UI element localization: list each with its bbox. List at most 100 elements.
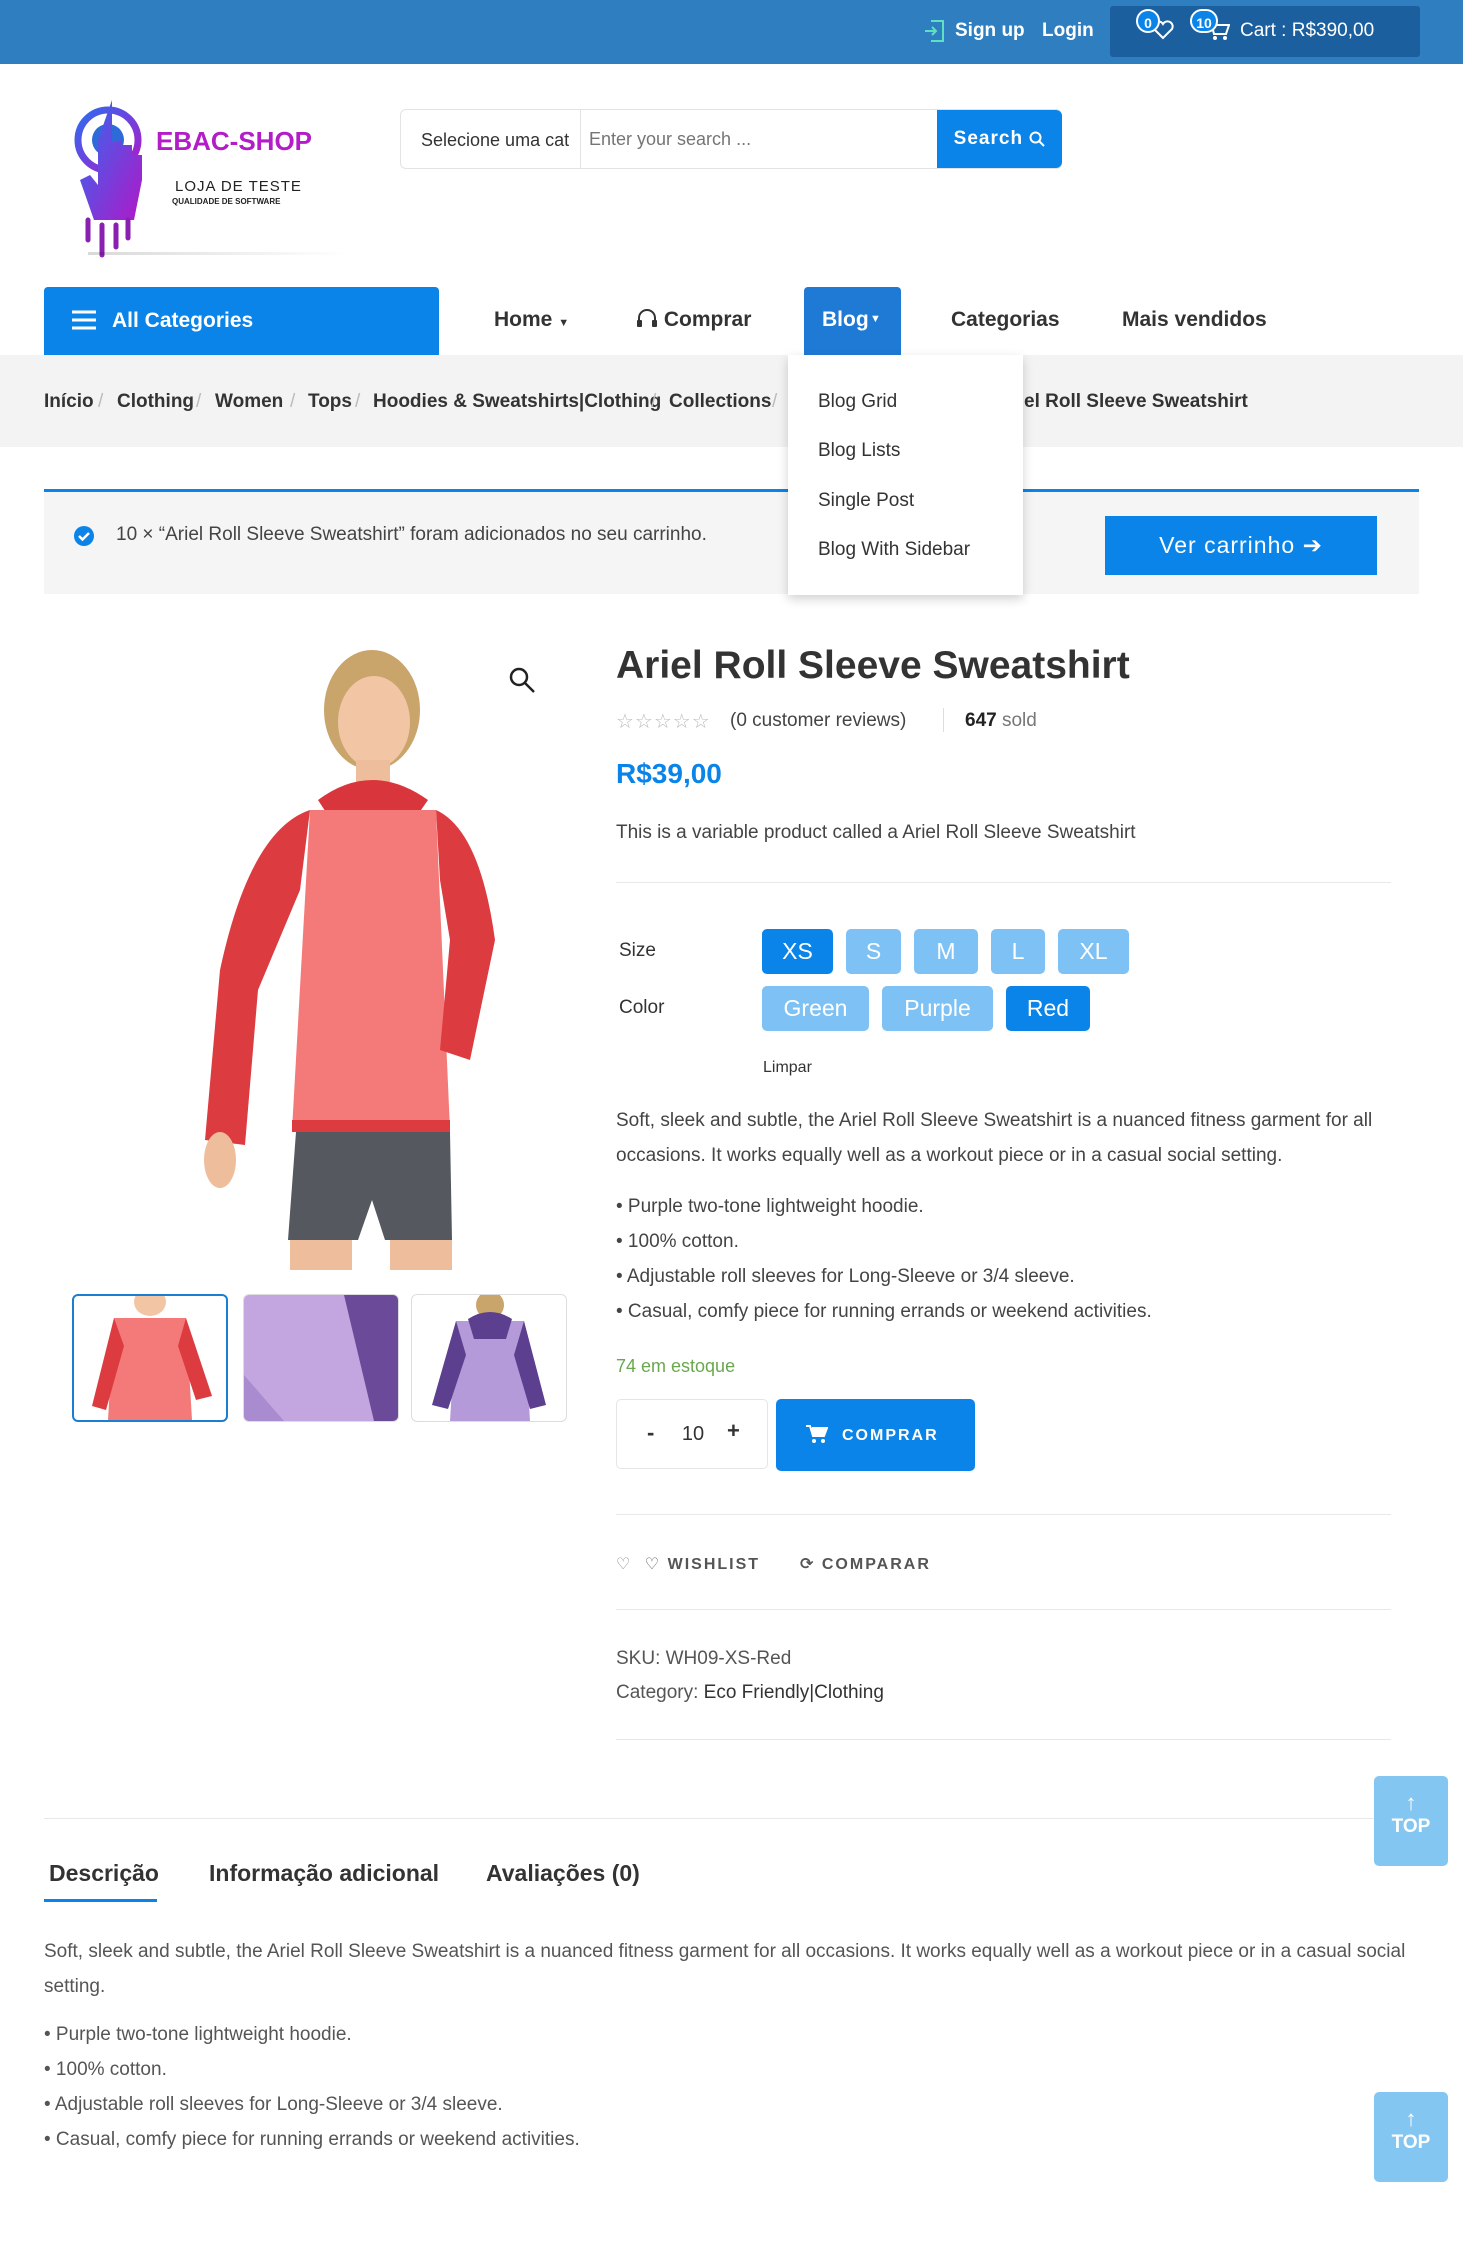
category-link[interactable]: Eco Friendly|Clothing	[704, 1682, 884, 1703]
cart-total[interactable]: Cart : R$390,00	[1240, 20, 1374, 42]
search-button[interactable]: Search	[937, 110, 1062, 168]
view-cart-button[interactable]: Ver carrinho ➔	[1105, 516, 1377, 575]
product-main-image[interactable]	[150, 640, 570, 1270]
rating-stars-icon: ☆☆☆☆☆	[616, 711, 711, 733]
tab-feature-item: • 100% cotton.	[44, 2059, 167, 2080]
breadcrumb-inicio[interactable]: Início	[44, 391, 94, 413]
nav-blog[interactable]: Blog ▼	[804, 287, 901, 355]
tab-descricao[interactable]: Descrição	[49, 1860, 159, 1887]
thumbnail-purple-back-image	[432, 1295, 546, 1421]
menu-item-single-post[interactable]: Single Post	[818, 490, 914, 512]
heart-icon: ♡	[644, 1556, 662, 1573]
divider	[943, 708, 944, 732]
logo-subtitle: LOJA DE TESTE	[175, 178, 302, 195]
breadcrumb-tops[interactable]: Tops	[308, 391, 352, 413]
menu-icon	[72, 310, 96, 330]
product-category: Category: Eco Friendly|Clothing	[616, 1682, 884, 1704]
top-button-label: TOP	[1391, 2132, 1431, 2153]
nav-blog-label: Blog	[822, 308, 869, 331]
search-input[interactable]	[589, 118, 929, 160]
top-button-label: TOP	[1391, 1816, 1431, 1837]
all-categories-label: All Categories	[112, 309, 254, 332]
qty-minus-button[interactable]: -	[647, 1420, 654, 1446]
nav-comprar-label: Comprar	[663, 308, 752, 331]
divider	[616, 1739, 1391, 1740]
breadcrumb-women[interactable]: Women	[215, 391, 283, 413]
breadcrumb-separator: /	[651, 391, 657, 412]
category-select[interactable]: Selecione uma cat	[401, 110, 581, 168]
heart-icon: ♡	[616, 1556, 633, 1573]
menu-item-blog-lists[interactable]: Blog Lists	[818, 440, 900, 462]
sold-info: 647 sold	[965, 710, 1037, 732]
breadcrumb-collections[interactable]: Collections	[669, 391, 771, 413]
login-link[interactable]: Login	[1042, 20, 1094, 42]
thumbnail-red[interactable]	[72, 1294, 228, 1422]
add-to-cart-label: COMPRAR	[842, 1427, 939, 1444]
thumbnail-purple-sleeve[interactable]	[243, 1294, 399, 1422]
wishlist-button[interactable]: ♡ ♡ WISHLIST	[616, 1554, 760, 1574]
divider	[616, 1609, 1391, 1610]
logo-hand-icon	[74, 100, 142, 258]
zoom-icon[interactable]	[508, 666, 536, 699]
refresh-icon: ⟳	[800, 1556, 816, 1573]
qty-plus-button[interactable]: +	[727, 1418, 740, 1444]
breadcrumb-clothing[interactable]: Clothing	[117, 391, 194, 413]
feature-item: • 100% cotton.	[616, 1231, 739, 1252]
scroll-to-top-button[interactable]: ↑ TOP	[1374, 2092, 1448, 2182]
headset-icon	[637, 309, 657, 327]
size-label: Size	[619, 940, 656, 961]
size-option-m[interactable]: M	[914, 929, 978, 974]
breadcrumb-hoodies[interactable]: Hoodies & Sweatshirts|Clothing	[373, 391, 661, 413]
site-logo[interactable]: EBAC-SHOP LOJA DE TESTE QUALIDADE DE SOF…	[58, 100, 358, 260]
thumbnail-purple-sleeve-image	[244, 1295, 398, 1421]
color-option-red[interactable]: Red	[1006, 986, 1090, 1031]
arrow-up-icon: ↑	[1405, 1790, 1417, 1815]
scroll-to-top-button[interactable]: ↑ TOP	[1374, 1776, 1448, 1866]
nav-home[interactable]: Home ▼	[494, 308, 569, 332]
all-categories-button[interactable]: All Categories	[44, 287, 439, 355]
product-photo	[204, 650, 495, 1270]
breadcrumb-separator: /	[196, 391, 202, 412]
category-select-value: Selecione uma cat	[421, 130, 570, 150]
tab-avaliacoes[interactable]: Avaliações (0)	[486, 1860, 640, 1887]
chevron-down-icon: ▼	[558, 317, 570, 329]
color-option-purple[interactable]: Purple	[882, 986, 993, 1031]
cart-box[interactable]: 0 10 Cart : R$390,00	[1110, 6, 1420, 57]
quantity-stepper: - +	[616, 1399, 768, 1469]
color-option-green[interactable]: Green	[762, 986, 869, 1031]
tab-informacao-adicional[interactable]: Informação adicional	[209, 1860, 439, 1887]
breadcrumb-separator: /	[98, 391, 104, 412]
size-option-s[interactable]: S	[846, 929, 901, 974]
compare-button[interactable]: ⟳ COMPARAR	[800, 1554, 931, 1574]
search-button-label: Search	[953, 128, 1024, 149]
logo-tagline: QUALIDADE DE SOFTWARE	[172, 197, 281, 206]
thumbnail-purple-back[interactable]	[411, 1294, 567, 1422]
breadcrumb-separator: /	[355, 391, 361, 412]
size-option-xl[interactable]: XL	[1058, 929, 1129, 974]
product-description: Soft, sleek and subtle, the Ariel Roll S…	[616, 1110, 1373, 1166]
divider	[616, 1514, 1391, 1515]
breadcrumb-current: el Roll Sleeve Sweatshirt	[1024, 391, 1248, 412]
active-tab-indicator	[44, 1899, 157, 1902]
nav-comprar[interactable]: Comprar	[636, 308, 751, 332]
add-to-cart-button[interactable]: COMPRAR	[776, 1399, 975, 1471]
cart-icon	[806, 1425, 828, 1443]
chevron-down-icon: ▼	[870, 313, 881, 325]
clear-selection-link[interactable]: Limpar	[763, 1059, 812, 1077]
divider	[44, 1818, 1419, 1819]
menu-item-blog-grid[interactable]: Blog Grid	[818, 391, 897, 413]
feature-item: • Casual, comfy piece for running errand…	[616, 1301, 1152, 1322]
reviews-link[interactable]: (0 customer reviews)	[730, 710, 906, 732]
qty-input[interactable]	[673, 1418, 713, 1450]
size-option-l[interactable]: L	[991, 929, 1045, 974]
arrow-up-icon: ↑	[1405, 2106, 1417, 2131]
sold-label: sold	[1001, 710, 1037, 731]
wishlist-count-badge: 0	[1136, 9, 1160, 33]
nav-categorias[interactable]: Categorias	[951, 308, 1060, 332]
blog-dropdown-menu: Blog Grid Blog Lists Single Post Blog Wi…	[788, 355, 1023, 595]
size-option-xs[interactable]: XS	[762, 929, 833, 974]
nav-mais-vendidos[interactable]: Mais vendidos	[1122, 308, 1267, 332]
menu-item-blog-with-sidebar[interactable]: Blog With Sidebar	[818, 539, 970, 561]
signup-link[interactable]: Sign up	[955, 20, 1025, 42]
color-label: Color	[619, 997, 665, 1018]
